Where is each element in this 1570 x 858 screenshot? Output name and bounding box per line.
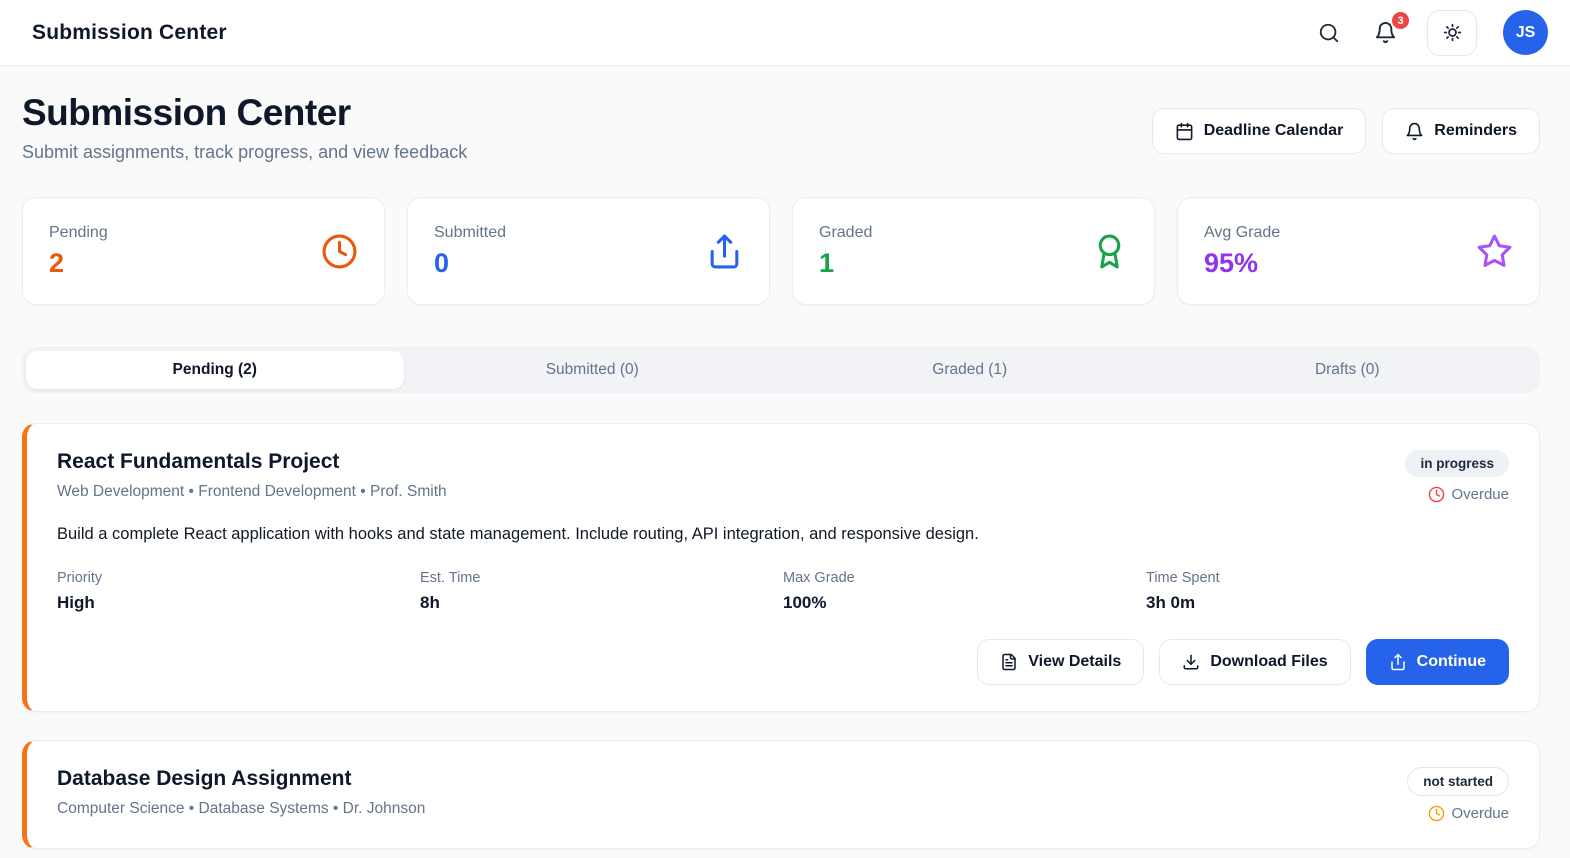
- assignment-card-header: React Fundamentals Project Web Developme…: [57, 450, 1509, 503]
- field-value: 3h 0m: [1146, 593, 1196, 612]
- field-label: Priority: [57, 570, 103, 586]
- page-heading-group: Submission Center Submit assignments, tr…: [22, 92, 467, 163]
- continue-label: Continue: [1416, 653, 1486, 670]
- assignment-actions: View Details Download Files Continue: [57, 639, 1509, 685]
- stat-value: 0: [434, 247, 450, 278]
- tab-graded[interactable]: Graded (1): [781, 351, 1159, 389]
- stat-value: 2: [49, 247, 65, 278]
- field-est-time: Est. Time 8h: [420, 570, 783, 613]
- stat-text: Avg Grade 95%: [1204, 224, 1280, 279]
- field-label: Max Grade: [783, 570, 855, 586]
- assignment-title-group: React Fundamentals Project Web Developme…: [57, 450, 447, 501]
- notifications-button[interactable]: 3: [1370, 10, 1411, 48]
- field-time-spent: Time Spent 3h 0m: [1146, 570, 1509, 613]
- award-icon: [1091, 233, 1128, 270]
- stat-card-pending: Pending 2: [22, 197, 385, 305]
- deadline-calendar-label: Deadline Calendar: [1203, 122, 1344, 139]
- reminders-button[interactable]: Reminders: [1382, 108, 1540, 154]
- page-header: Submission Center Submit assignments, tr…: [22, 92, 1540, 163]
- field-value: 100%: [783, 593, 827, 612]
- stat-value: 1: [819, 247, 835, 278]
- download-icon: [1182, 653, 1200, 671]
- main-content: Submission Center Submit assignments, tr…: [0, 66, 1570, 849]
- theme-toggle-button[interactable]: [1427, 9, 1477, 56]
- stat-label: Graded: [819, 223, 873, 241]
- stat-text: Submitted 0: [434, 224, 506, 279]
- status-tabs: Pending (2) Submitted (0) Graded (1) Dra…: [22, 347, 1540, 393]
- field-label: Est. Time: [420, 570, 481, 586]
- clock-icon: [321, 233, 358, 270]
- download-files-button[interactable]: Download Files: [1159, 639, 1351, 685]
- assignment-card-header: Database Design Assignment Computer Scie…: [57, 767, 1509, 822]
- status-badge: in progress: [1405, 450, 1509, 477]
- stats-row: Pending 2 Submitted 0 Graded 1 Avg Grade…: [22, 197, 1540, 305]
- status-badge: not started: [1407, 767, 1509, 796]
- assignment-card: Database Design Assignment Computer Scie…: [22, 740, 1540, 849]
- top-bar: Submission Center 3 JS: [0, 0, 1570, 66]
- field-max-grade: Max Grade 100%: [783, 570, 1146, 613]
- clock-icon: [1428, 805, 1445, 822]
- field-priority: Priority High: [57, 570, 420, 613]
- field-label: Time Spent: [1146, 570, 1220, 586]
- assignment-fields: Priority High Est. Time 8h Max Grade 100…: [57, 570, 1509, 613]
- notification-count-badge: 3: [1390, 10, 1411, 31]
- star-icon: [1476, 233, 1513, 270]
- app-title: Submission Center: [32, 20, 227, 44]
- assignment-status-group: not started Overdue: [1407, 767, 1509, 822]
- deadline-calendar-button[interactable]: Deadline Calendar: [1151, 108, 1367, 154]
- tab-pending[interactable]: Pending (2): [26, 351, 404, 389]
- top-bar-actions: 3 JS: [1314, 9, 1548, 56]
- assignment-title-group: Database Design Assignment Computer Scie…: [57, 767, 425, 818]
- stat-label: Pending: [49, 223, 108, 241]
- assignment-title: React Fundamentals Project: [57, 450, 340, 473]
- tab-submitted[interactable]: Submitted (0): [404, 351, 782, 389]
- continue-button[interactable]: Continue: [1365, 639, 1509, 685]
- page-actions: Deadline Calendar Reminders: [1151, 92, 1540, 154]
- clock-icon: [1428, 486, 1445, 503]
- stat-card-avg-grade: Avg Grade 95%: [1177, 197, 1540, 305]
- sun-icon: [1442, 22, 1463, 43]
- tab-drafts[interactable]: Drafts (0): [1159, 351, 1537, 389]
- stat-card-graded: Graded 1: [792, 197, 1155, 305]
- download-files-label: Download Files: [1210, 653, 1328, 670]
- stat-value: 95%: [1204, 247, 1259, 278]
- assignment-description: Build a complete React application with …: [57, 525, 979, 543]
- overdue-indicator: Overdue: [1428, 805, 1509, 822]
- stat-text: Pending 2: [49, 224, 108, 279]
- reminders-label: Reminders: [1434, 122, 1517, 139]
- stat-card-submitted: Submitted 0: [407, 197, 770, 305]
- search-button[interactable]: [1314, 18, 1344, 48]
- assignment-status-group: in progress Overdue: [1405, 450, 1509, 503]
- overdue-indicator: Overdue: [1428, 486, 1509, 503]
- view-details-button[interactable]: View Details: [977, 639, 1145, 685]
- user-avatar[interactable]: JS: [1503, 10, 1548, 55]
- assignment-title: Database Design Assignment: [57, 767, 352, 790]
- assignment-meta-line: Web Development • Frontend Development •…: [57, 483, 447, 500]
- file-text-icon: [1000, 653, 1018, 671]
- overdue-label: Overdue: [1451, 486, 1509, 503]
- stat-label: Avg Grade: [1204, 223, 1281, 241]
- field-value: 8h: [420, 593, 440, 612]
- view-details-label: View Details: [1028, 653, 1122, 670]
- upload-icon: [706, 233, 743, 270]
- field-value: High: [57, 593, 95, 612]
- assignment-meta-line: Computer Science • Database Systems • Dr…: [57, 800, 426, 817]
- bell-icon: [1405, 122, 1424, 141]
- overdue-label: Overdue: [1451, 805, 1509, 822]
- page-title: Submission Center: [22, 92, 351, 133]
- assignment-card: React Fundamentals Project Web Developme…: [22, 423, 1540, 712]
- search-icon: [1318, 22, 1340, 44]
- stat-text: Graded 1: [819, 224, 872, 279]
- calendar-icon: [1175, 122, 1194, 141]
- stat-label: Submitted: [434, 223, 507, 241]
- page-subtitle: Submit assignments, track progress, and …: [22, 142, 468, 162]
- upload-icon: [1389, 653, 1407, 671]
